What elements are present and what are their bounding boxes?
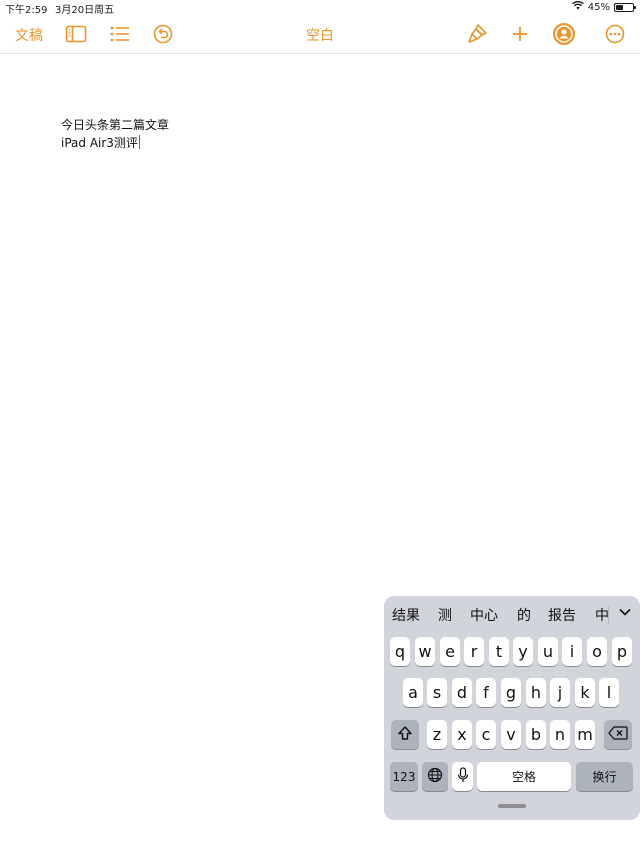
text-caret (138, 135, 141, 149)
candidate-word[interactable]: 结果 (392, 605, 420, 625)
key-k[interactable]: k (575, 678, 595, 707)
key-d[interactable]: d (452, 678, 472, 707)
document-line-active[interactable]: iPad Air3测评 (61, 134, 169, 152)
globe-icon (427, 767, 443, 787)
shift-icon (397, 725, 413, 745)
key-q[interactable]: q (390, 637, 410, 666)
wifi-icon (571, 0, 584, 13)
sidebar-icon[interactable] (64, 22, 88, 46)
battery-percent: 45% (587, 1, 610, 13)
shift-key[interactable] (391, 720, 419, 749)
key-i[interactable]: i (562, 637, 582, 666)
collaborate-icon[interactable] (552, 22, 576, 46)
delete-icon (608, 725, 628, 744)
document-body[interactable]: 今日头条第二篇文章 iPad Air3测评 (61, 116, 169, 152)
numbers-key[interactable]: 123 (390, 762, 418, 791)
document-line[interactable]: 今日头条第二篇文章 (61, 116, 169, 134)
candidate-word[interactable]: 报告 (548, 605, 576, 625)
dictation-key[interactable] (452, 762, 473, 791)
key-y[interactable]: y (513, 637, 533, 666)
key-c[interactable]: c (476, 720, 496, 749)
candidate-word[interactable]: 的 (517, 605, 531, 625)
key-b[interactable]: b (526, 720, 546, 749)
key-u[interactable]: u (538, 637, 558, 666)
key-p[interactable]: p (612, 637, 632, 666)
key-m[interactable]: m (575, 720, 595, 749)
chevron-down-icon[interactable] (618, 605, 632, 623)
key-n[interactable]: n (550, 720, 570, 749)
paintbrush-icon[interactable] (465, 22, 489, 46)
list-icon[interactable] (108, 22, 132, 46)
key-h[interactable]: h (526, 678, 546, 707)
candidate-divider (608, 606, 609, 624)
key-w[interactable]: w (415, 637, 435, 666)
keyboard-drag-handle[interactable] (498, 804, 526, 808)
battery-icon (614, 2, 636, 12)
status-bar: 下午2:59 3月20日周五 45% (0, 0, 640, 16)
status-time: 下午2:59 (5, 5, 48, 16)
key-z[interactable]: z (427, 720, 447, 749)
candidate-word[interactable]: 中 (595, 605, 609, 625)
key-r[interactable]: r (464, 637, 484, 666)
floating-keyboard: 结果 测 中心 的 报告 中 q w e r t y u i o p a s d… (384, 596, 640, 820)
toolbar: 文稿 空白 (0, 16, 640, 54)
globe-key[interactable] (422, 762, 448, 791)
key-a[interactable]: a (403, 678, 423, 707)
microphone-icon (457, 766, 469, 787)
key-v[interactable]: v (501, 720, 521, 749)
more-icon[interactable] (603, 22, 627, 46)
document-title-container: 空白 (0, 25, 640, 45)
document-line-text[interactable]: iPad Air3测评 (61, 136, 138, 150)
key-l[interactable]: l (599, 678, 619, 707)
key-t[interactable]: t (489, 637, 509, 666)
candidate-word[interactable]: 测 (438, 605, 452, 625)
space-key[interactable]: 空格 (477, 762, 571, 791)
documents-button[interactable]: 文稿 (15, 25, 43, 45)
key-x[interactable]: x (452, 720, 472, 749)
key-e[interactable]: e (440, 637, 460, 666)
return-key[interactable]: 换行 (576, 762, 633, 791)
candidate-word[interactable]: 中心 (470, 605, 498, 625)
document-title[interactable]: 空白 (306, 25, 334, 45)
candidate-bar: 结果 测 中心 的 报告 中 (384, 602, 640, 628)
key-o[interactable]: o (587, 637, 607, 666)
delete-key[interactable] (604, 720, 632, 749)
key-g[interactable]: g (501, 678, 521, 707)
key-f[interactable]: f (476, 678, 496, 707)
undo-icon[interactable] (151, 22, 175, 46)
status-date: 3月20日周五 (55, 5, 115, 16)
plus-icon[interactable] (508, 22, 532, 46)
key-j[interactable]: j (550, 678, 570, 707)
key-s[interactable]: s (427, 678, 447, 707)
status-right: 45% (571, 0, 636, 13)
